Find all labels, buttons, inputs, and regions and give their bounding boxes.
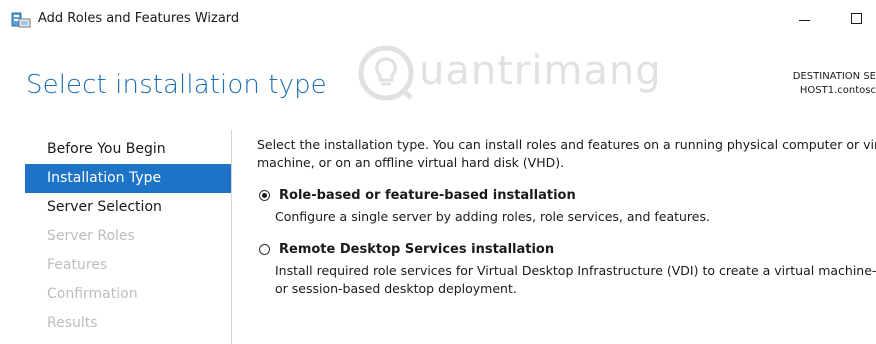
- nav-item-installation-type[interactable]: Installation Type: [25, 164, 231, 193]
- maximize-button[interactable]: [845, 8, 869, 30]
- option-remote-desktop-description-line-1: Install required role services for Virtu…: [275, 263, 876, 278]
- destination-server-info: DESTINATION SE HOST1.contosc: [766, 70, 876, 98]
- nav-item-results: Results: [47, 315, 98, 331]
- sidebar-divider: [231, 130, 232, 344]
- nav-item-server-selection[interactable]: Server Selection: [25, 193, 231, 222]
- minimize-button[interactable]: [793, 8, 817, 30]
- radio-remote-desktop[interactable]: [259, 244, 270, 255]
- nav-item-features: Features: [47, 257, 108, 273]
- radio-role-based[interactable]: [259, 190, 270, 201]
- option-role-based-title[interactable]: Role-based or feature-based installation: [279, 186, 876, 206]
- watermark-text: uantrimang: [419, 48, 662, 94]
- nav-item-before-you-begin[interactable]: Before You Begin: [25, 135, 231, 164]
- main-content: Select the installation type. You can in…: [257, 136, 876, 298]
- title-bar: Add Roles and Features Wizard: [0, 0, 876, 40]
- watermark-logo: uantrimang: [355, 42, 675, 104]
- destination-label: DESTINATION SE: [792, 71, 876, 82]
- option-remote-desktop-title[interactable]: Remote Desktop Services installation: [279, 240, 876, 260]
- option-remote-desktop[interactable]: Remote Desktop Services installation Ins…: [257, 240, 876, 298]
- server-manager-icon: [11, 10, 31, 28]
- option-role-based-description: Configure a single server by adding role…: [275, 209, 710, 224]
- page-title: Select installation type: [26, 70, 327, 100]
- wizard-steps-nav: Before You Begin Installation Type Serve…: [25, 135, 231, 338]
- intro-text-line-2: machine, or on an offline virtual hard d…: [257, 155, 565, 170]
- option-role-based[interactable]: Role-based or feature-based installation…: [257, 186, 876, 226]
- destination-server-name: HOST1.contosc: [799, 85, 876, 96]
- wizard-window: Add Roles and Features Wizard uantrimang…: [0, 0, 876, 344]
- intro-text-line-1: Select the installation type. You can in…: [257, 137, 876, 152]
- window-title: Add Roles and Features Wizard: [38, 11, 240, 26]
- nav-item-confirmation: Confirmation: [47, 286, 138, 302]
- option-remote-desktop-description-line-2: or session-based desktop deployment.: [275, 281, 517, 296]
- nav-item-server-roles: Server Roles: [47, 228, 135, 244]
